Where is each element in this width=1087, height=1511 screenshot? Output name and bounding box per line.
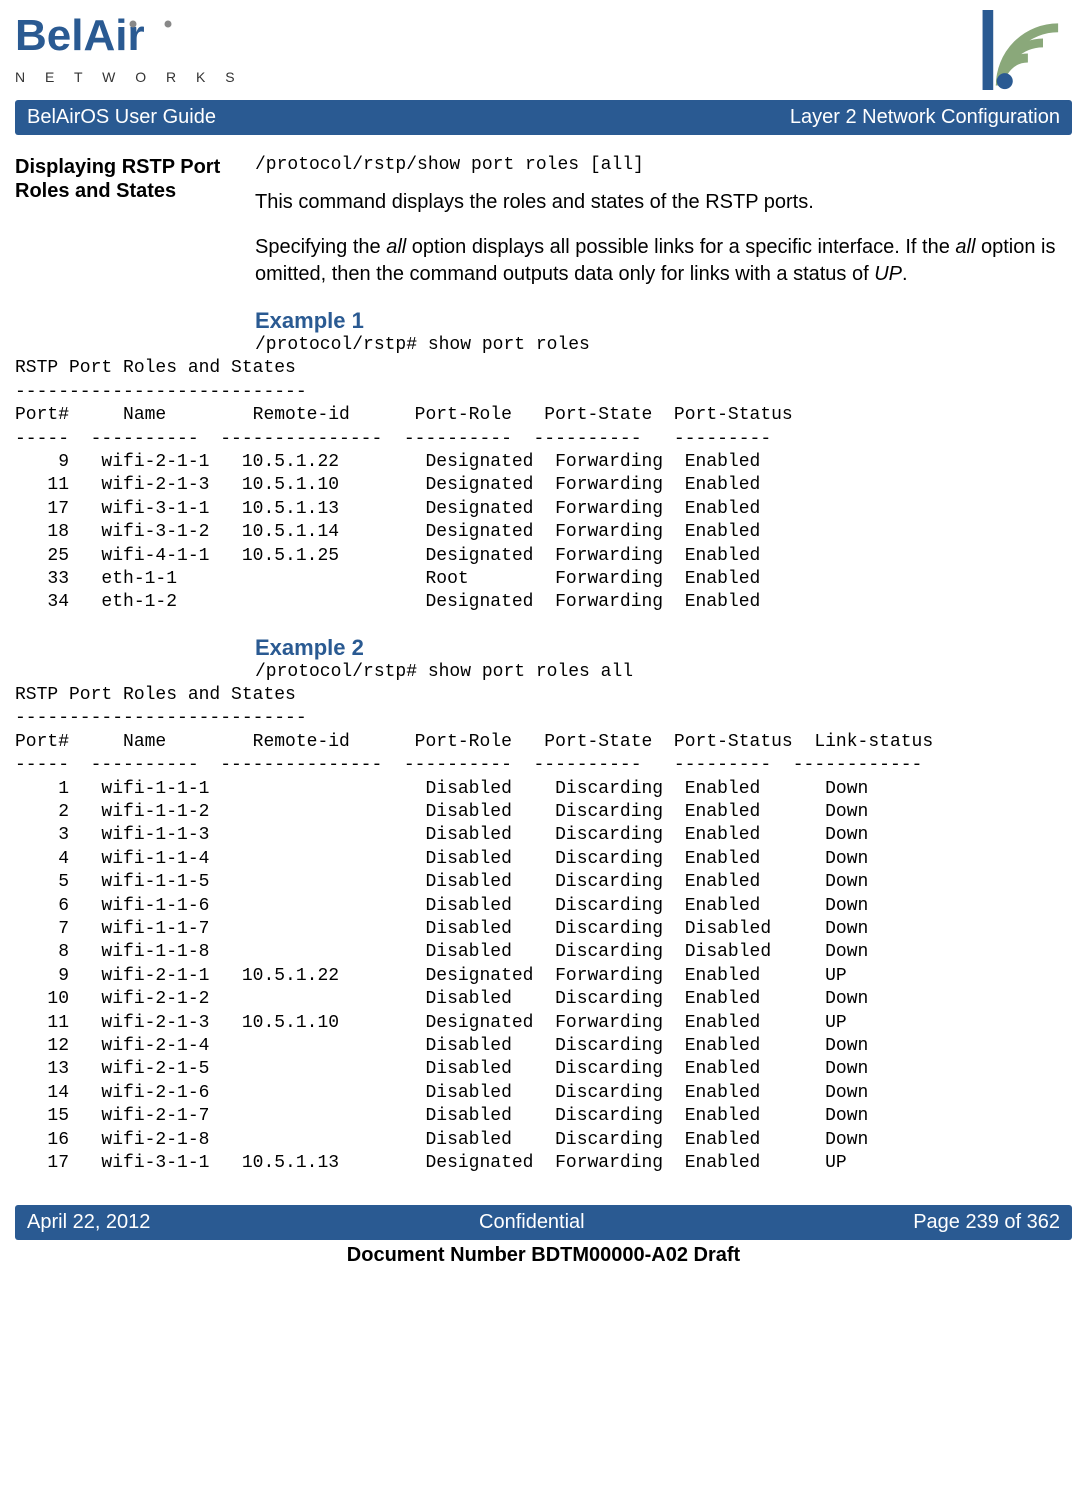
example-2-output: RSTP Port Roles and States -------------…: [15, 684, 1072, 1175]
logo-main: BelAir: [15, 10, 195, 67]
footer-confidential: Confidential: [479, 1211, 585, 1234]
footer-page: Page 239 of 362: [913, 1211, 1060, 1234]
logo-left: BelAir N E T W O R K S: [15, 10, 243, 85]
example-2-heading: Example 2: [255, 635, 1072, 661]
section-heading: Displaying RSTP Port Roles and States: [15, 155, 235, 357]
description-para-1: This command displays the roles and stat…: [255, 189, 1072, 216]
example-1-heading: Example 1: [255, 308, 1072, 334]
footer-date: April 22, 2012: [27, 1211, 150, 1234]
example-1-cmd: /protocol/rstp# show port roles: [255, 334, 1072, 357]
command-syntax: /protocol/rstp/show port roles [all]: [255, 155, 1072, 175]
page-header: BelAir N E T W O R K S: [15, 10, 1072, 90]
guide-title: BelAirOS User Guide: [27, 106, 216, 129]
chapter-title: Layer 2 Network Configuration: [790, 106, 1060, 129]
title-bar: BelAirOS User Guide Layer 2 Network Conf…: [15, 100, 1072, 135]
body-text: /protocol/rstp/show port roles [all] Thi…: [255, 155, 1072, 357]
footer-bar: April 22, 2012 Confidential Page 239 of …: [15, 1205, 1072, 1240]
wifi-arc-icon: [982, 10, 1072, 90]
svg-text:BelAir: BelAir: [15, 11, 145, 60]
example-1-output: RSTP Port Roles and States -------------…: [15, 357, 1072, 614]
logo-sub: N E T W O R K S: [15, 69, 243, 85]
example-2-cmd: /protocol/rstp# show port roles all: [255, 661, 1072, 684]
document-number: Document Number BDTM00000-A02 Draft: [15, 1244, 1072, 1267]
description-para-2: Specifying the all option displays all p…: [255, 234, 1072, 288]
